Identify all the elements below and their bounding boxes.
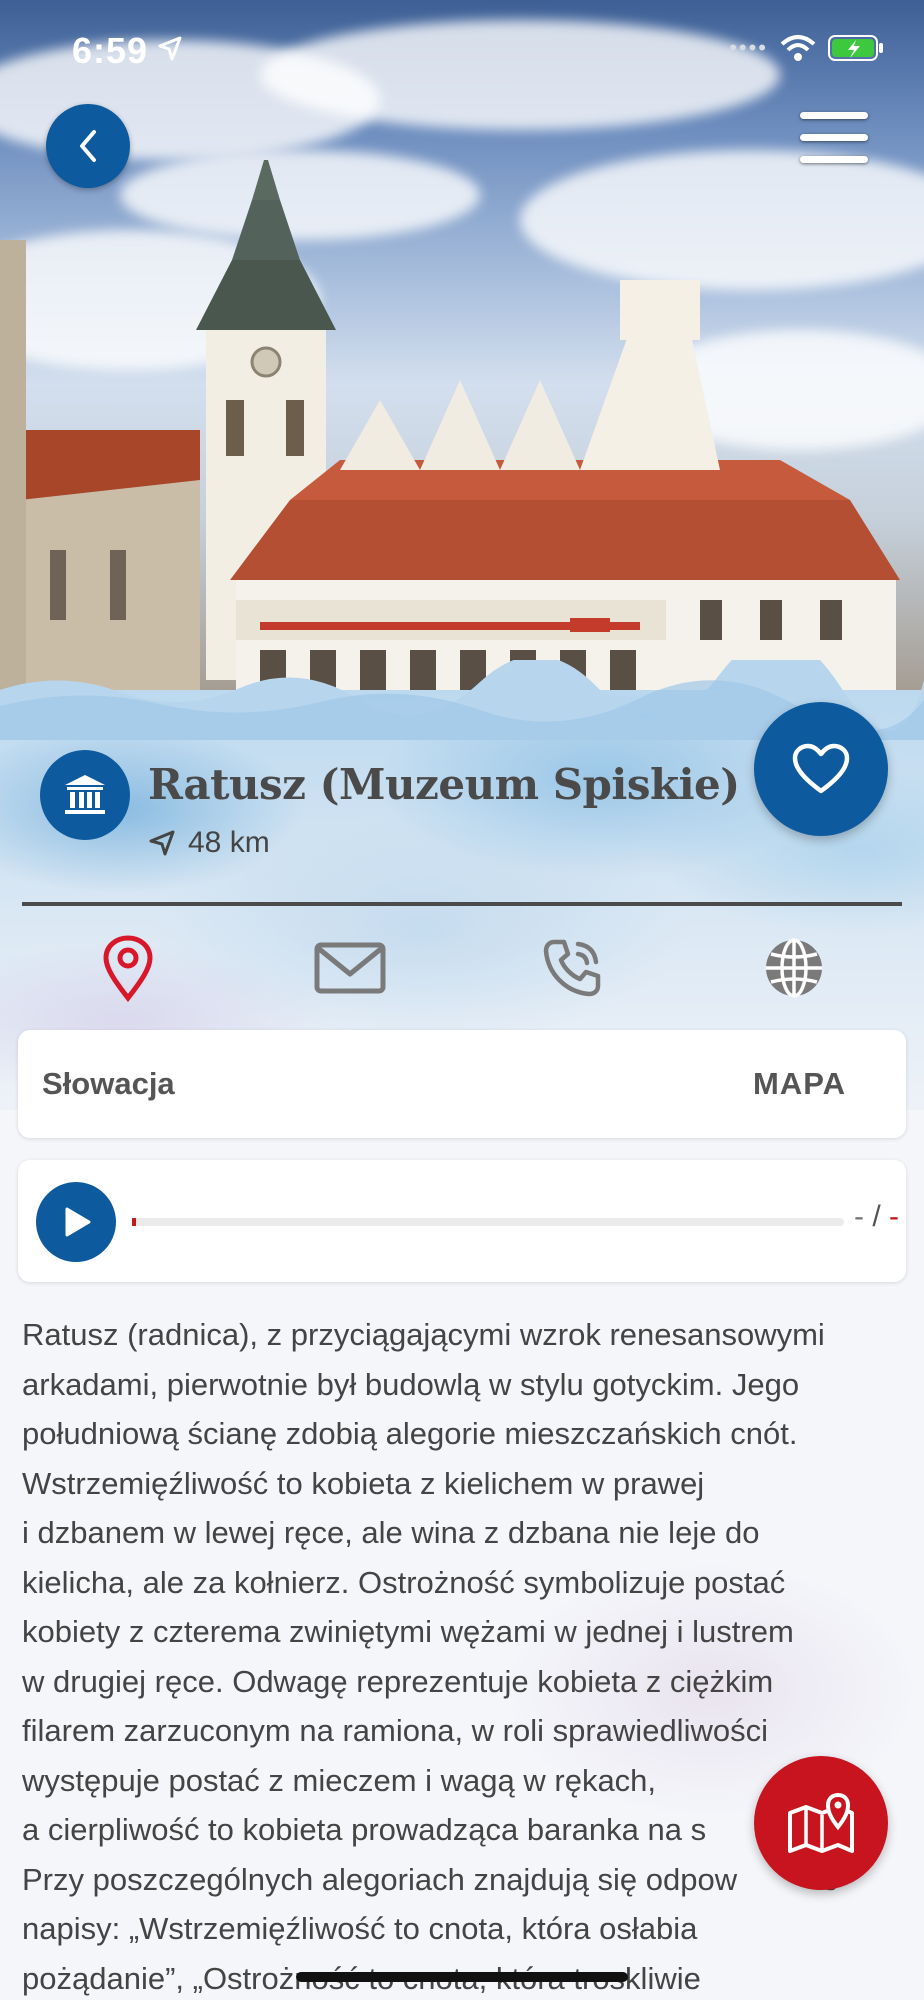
description-line: i dzbanem w lewej ręce, ale wina z dzban… (22, 1515, 760, 1550)
description-line: arkadami, pierwotnie był budowlą w stylu… (22, 1366, 800, 1402)
menu-bar (800, 156, 868, 163)
chevron-left-icon (80, 130, 96, 162)
description-line: Ratusz (radnica), z przyciągającymi wzro… (22, 1317, 825, 1352)
audio-progress-track[interactable] (132, 1218, 844, 1226)
description-line: Wstrzemięźliwość to kobieta z kielichem … (22, 1465, 705, 1501)
wifi-icon (780, 35, 816, 61)
distance-text: 48 km (188, 826, 270, 859)
email-button[interactable] (314, 932, 386, 1004)
description-line: kobiety z czterema zwiniętymi wężami w j… (22, 1614, 794, 1649)
audio-player: - / - (18, 1160, 906, 1282)
phone-button[interactable] (536, 932, 608, 1004)
audio-elapsed: - (854, 1200, 864, 1233)
distance-info: 48 km (148, 826, 270, 860)
audio-time-separator: / (872, 1200, 881, 1233)
hamburger-menu-button[interactable] (800, 112, 870, 176)
back-button[interactable] (46, 104, 130, 188)
audio-progress-fill (132, 1218, 136, 1226)
navigation-arrow-icon (149, 830, 175, 856)
place-description: Ratusz (radnica), z przyciągającymi wzro… (22, 1310, 902, 2000)
audio-time: - / - (854, 1200, 899, 1234)
phone-icon (543, 939, 601, 997)
country-label: Słowacja (42, 1066, 175, 1101)
location-card: Słowacja MAPA (18, 1030, 906, 1138)
description-line: kielicha, ale za kołnierz. Ostrożność sy… (22, 1564, 786, 1600)
description-line: filarem zarzuconym na ramiona, w roli sp… (22, 1713, 768, 1748)
museum-category-badge (40, 750, 130, 840)
map-fab-button[interactable] (754, 1756, 888, 1890)
menu-bar (800, 112, 868, 119)
status-time: 6:59 (72, 30, 149, 71)
map-link[interactable]: MAPA (753, 1066, 846, 1102)
hero-image: 6:59 •••• (0, 0, 924, 740)
description-line: w drugiej ręce. Odwagę reprezentuje kobi… (22, 1663, 774, 1699)
map-pin-icon (788, 1792, 854, 1853)
favorite-button[interactable] (754, 702, 888, 836)
audio-duration: - (889, 1200, 900, 1233)
globe-icon (766, 938, 822, 998)
description-line: południową ścianę zdobią alegorie mieszc… (22, 1416, 798, 1451)
museum-icon (65, 775, 105, 814)
play-icon (65, 1207, 91, 1237)
website-button[interactable] (758, 932, 830, 1004)
play-button[interactable] (36, 1182, 116, 1262)
description-line: napisy: „Wstrzemięźliwość to cnota, któr… (22, 1911, 698, 1946)
mail-icon (314, 942, 386, 994)
battery-icon (828, 35, 883, 61)
menu-bar (800, 134, 868, 141)
place-title: Ratusz (Muzeum Spiskie) (148, 760, 740, 809)
signal-icon: •••• (729, 35, 768, 60)
section-divider (22, 902, 902, 906)
heart-icon (792, 743, 850, 794)
location-pin-icon (103, 935, 153, 1002)
home-indicator (296, 1972, 628, 1982)
location-button[interactable] (92, 932, 164, 1004)
town-hall-illustration (0, 160, 900, 710)
location-services-icon (158, 36, 182, 61)
